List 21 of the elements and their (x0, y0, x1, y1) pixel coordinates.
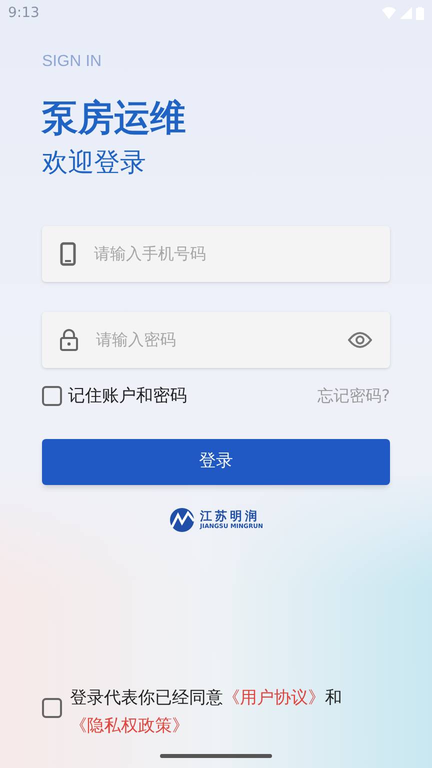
agreement-checkbox[interactable] (42, 698, 62, 718)
logo-icon (169, 507, 197, 533)
phone-input[interactable]: 请输入手机号码 (94, 242, 372, 266)
password-field[interactable]: 请输入密码 (42, 312, 390, 368)
remember-label: 记住账户和密码 (68, 384, 187, 408)
eye-icon[interactable] (348, 332, 372, 348)
status-time: 9:13 (8, 4, 40, 22)
forgot-password-link[interactable]: 忘记密码? (318, 384, 390, 408)
policy-link[interactable]: 《隐私权政策》 (70, 716, 189, 736)
overline-text: SIGN IN (42, 52, 103, 72)
welcome-subtitle: 欢迎登录 (42, 147, 147, 180)
phone-field[interactable]: 请输入手机号码 (42, 226, 390, 282)
logo-name: 江苏明润 (200, 510, 261, 522)
policy-link[interactable]: 《用户协议》 (223, 688, 325, 708)
lock-icon (60, 328, 78, 350)
login-button[interactable]: 登录 (42, 439, 390, 485)
app-title: 泵房运维 (42, 97, 187, 141)
remember-checkbox[interactable] (42, 386, 62, 406)
password-input[interactable]: 请输入密码 (96, 328, 330, 352)
phone-icon (60, 242, 76, 266)
agreement-text: 登录代表你已经同意《用户协议》和 《隐私权政策》 (70, 687, 343, 738)
